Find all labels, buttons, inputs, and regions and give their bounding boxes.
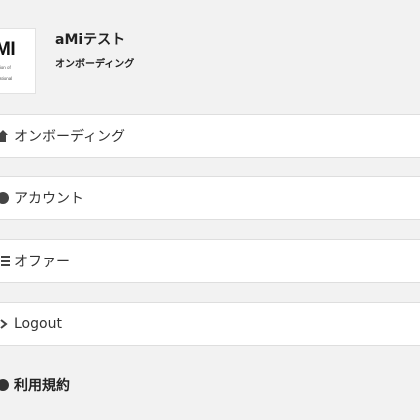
account-icon	[0, 191, 10, 205]
current-page-label: オンボーディング	[55, 59, 135, 70]
list-icon	[0, 254, 10, 268]
menu-item-label: オンボーディング	[14, 129, 126, 145]
menu-item-label: Logout	[14, 316, 62, 332]
menu-item-label: アカウント	[14, 191, 84, 207]
organization-logo: MI iation of e rnational	[0, 28, 36, 94]
menu-item-label: 利用規約	[14, 378, 70, 394]
onboarding-icon	[0, 129, 10, 143]
info-icon	[0, 378, 10, 392]
menu-item-offer[interactable]: オファー	[0, 239, 420, 283]
menu-item-logout[interactable]: Logout	[0, 302, 420, 346]
app-header: MI iation of e rnational aMiテスト オンボーディング	[0, 0, 420, 112]
logo-subtext-text: iation of e rnational	[0, 65, 13, 81]
app-title: aMiテスト	[55, 32, 126, 48]
menu-item-onboarding[interactable]: オンボーディング	[0, 114, 420, 158]
logo-subtext: iation of e rnational	[0, 65, 35, 82]
menu-item-label: オファー	[14, 254, 70, 270]
logout-icon	[0, 317, 10, 331]
logo-mark: MI	[0, 39, 16, 60]
menu-item-account[interactable]: アカウント	[0, 176, 420, 220]
menu-item-terms[interactable]: 利用規約	[0, 363, 420, 407]
